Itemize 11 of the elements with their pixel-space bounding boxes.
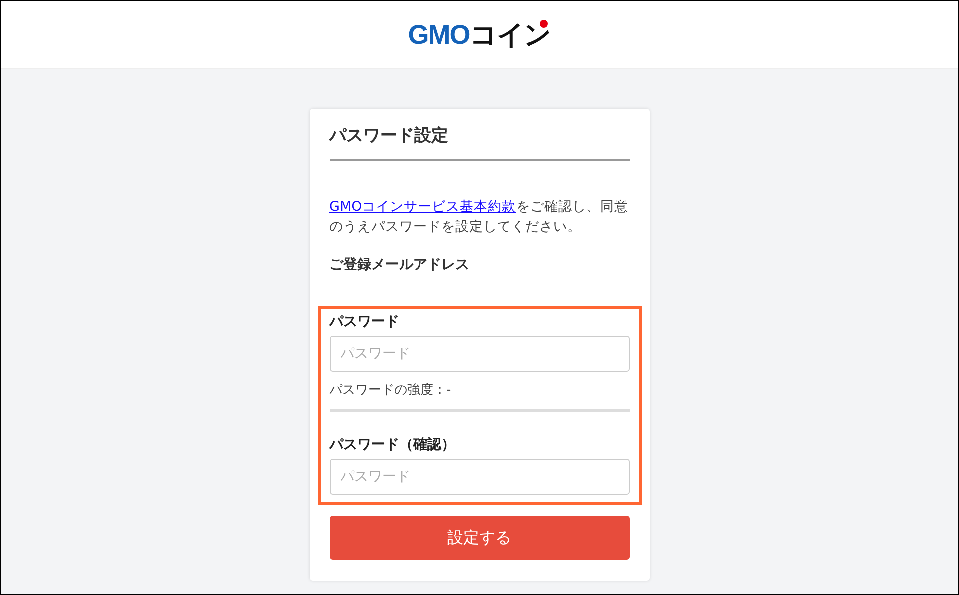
password-label: パスワード [330, 313, 400, 331]
password-field[interactable]: パスワード [330, 336, 630, 372]
strength-text: パスワードの強度：- [330, 382, 452, 399]
page-title: パスワード設定 [330, 121, 630, 161]
logo: GMOコイン [408, 18, 551, 52]
confirm-password-label: パスワード（確認） [330, 436, 456, 454]
confirm-password-field[interactable]: パスワード [330, 459, 630, 495]
terms-link[interactable]: GMOコインサービス基本約款 [330, 199, 516, 215]
notice-text: GMOコインサービス基本約款 をご確認し、同意のうえパスワードを設定してください。 [330, 198, 630, 237]
submit-button[interactable]: 設定する [330, 516, 630, 560]
email-label: ご登録メールアドレス [330, 256, 470, 275]
